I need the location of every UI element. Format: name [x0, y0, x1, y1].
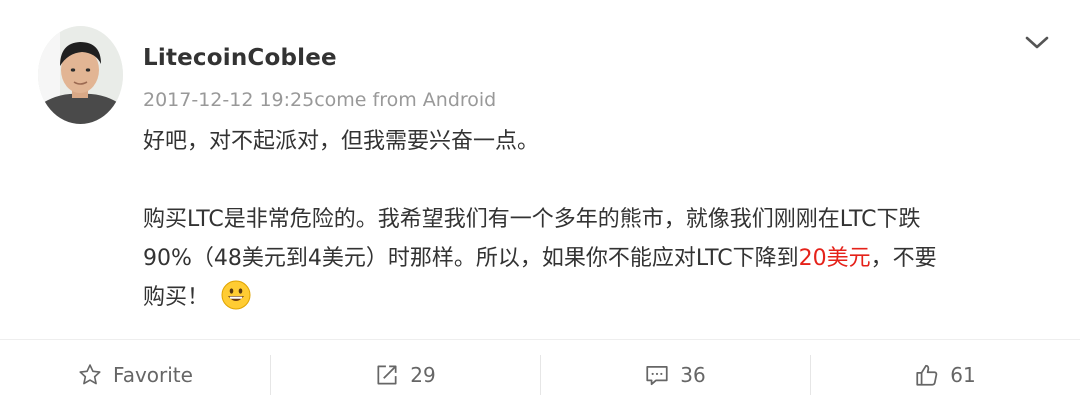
avatar[interactable] — [38, 26, 123, 124]
favorite-label: Favorite — [113, 362, 193, 387]
grinning-emoji-icon — [221, 280, 251, 310]
like-button[interactable]: 61 — [810, 340, 1080, 409]
line-2-end: ，不要 — [870, 246, 937, 271]
post-paragraph-1: 好吧，对不起派对，但我需要兴奋一点。 — [143, 129, 540, 154]
line-3-text: 购买！ — [143, 285, 210, 310]
avatar-photo — [38, 26, 123, 124]
more-options-button[interactable] — [1020, 28, 1054, 58]
author-name[interactable]: LitecoinCoblee — [143, 45, 337, 71]
highlighted-price: 20美元 — [798, 246, 871, 271]
chevron-down-icon — [1025, 36, 1049, 49]
share-icon — [377, 364, 397, 385]
post-paragraph-2-line-2: 90%（48美元到4美元）时那样。所以，如果你不能应对LTC下降到20美元，不要 — [143, 239, 1058, 278]
favorite-button[interactable]: Favorite — [0, 340, 270, 409]
thumbs-up-icon — [916, 364, 938, 386]
post-content: 好吧，对不起派对，但我需要兴奋一点。 购买LTC是非常危险的。我希望我们有一个多… — [143, 122, 1058, 317]
repost-count: 29 — [410, 362, 436, 387]
post-meta: 2017-12-12 19:25come from Android — [143, 89, 497, 111]
post-paragraph-2-line-3: 购买！ — [143, 278, 1058, 317]
repost-button[interactable]: 29 — [270, 340, 540, 409]
star-icon — [79, 363, 101, 384]
weibo-post: LitecoinCoblee 2017-12-12 19:25come from… — [0, 0, 1080, 409]
line-2-text: 90%（48美元到4美元）时那样。所以，如果你不能应对LTC下降到 — [143, 246, 799, 271]
comment-button[interactable]: 36 — [540, 340, 810, 409]
comment-icon — [646, 365, 668, 385]
comment-count: 36 — [680, 362, 706, 387]
post-paragraph-2-line-1: 购买LTC是非常危险的。我希望我们有一个多年的熊市，就像我们刚刚在LTC下跌 — [143, 207, 921, 232]
action-bar: Favorite 29 36 61 — [0, 340, 1080, 409]
like-count: 61 — [950, 362, 976, 387]
